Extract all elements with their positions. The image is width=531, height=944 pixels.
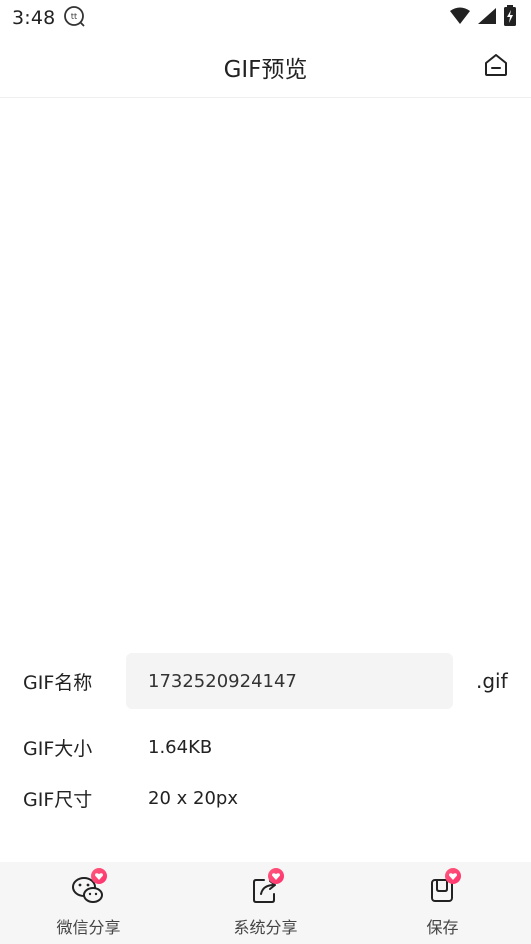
signal-icon: [477, 7, 497, 29]
gif-name-input[interactable]: 1732520924147: [126, 653, 453, 709]
svg-text:tt: tt: [71, 12, 77, 21]
wechat-share-button[interactable]: 微信分享: [19, 862, 159, 944]
wechat-share-label: 微信分享: [56, 918, 121, 937]
save-label: 保存: [426, 918, 459, 937]
gif-dimension-value: 20 x 20px: [148, 787, 238, 809]
gif-name-row: GIF名称 1732520924147 .gif: [0, 653, 531, 709]
gif-dimension-label: GIF尺寸: [23, 788, 93, 811]
battery-icon: [503, 5, 517, 31]
share-icon: [246, 879, 286, 912]
status-time: 3:48: [12, 7, 56, 29]
status-bar: 3:48 tt: [0, 0, 531, 36]
gif-name-label: GIF名称: [23, 671, 93, 694]
save-button[interactable]: 保存: [373, 862, 513, 944]
vip-badge-icon: [90, 868, 107, 884]
notification-icon: tt: [63, 5, 86, 31]
wifi-icon: [449, 7, 471, 29]
save-icon-wrap: [423, 868, 463, 908]
gif-extension-label: .gif: [476, 669, 508, 693]
gif-name-value: 1732520924147: [148, 670, 297, 692]
gif-size-value: 1.64KB: [148, 736, 213, 758]
home-button[interactable]: [481, 52, 511, 82]
wechat-icon-wrap: [69, 868, 109, 908]
gif-size-label: GIF大小: [23, 737, 93, 760]
page-title: GIF预览: [223, 56, 308, 83]
app-bar: GIF预览: [0, 36, 531, 98]
vip-badge-icon: [444, 868, 461, 884]
vip-badge-icon: [267, 868, 284, 884]
save-icon: [423, 879, 463, 912]
bottom-action-bar: 微信分享 系统分享 保存: [0, 862, 531, 944]
status-left: 3:48 tt: [12, 5, 86, 31]
status-right: [449, 5, 517, 31]
gif-preview-area: [0, 99, 531, 639]
home-icon: [483, 52, 509, 82]
gif-size-row: GIF大小 1.64KB: [0, 733, 531, 761]
system-share-label: 系统分享: [233, 918, 298, 937]
share-icon-wrap: [246, 868, 286, 908]
gif-preview-screen: 3:48 tt GIF预览 GIF名称 1732520924147 .gif G…: [0, 0, 531, 944]
system-share-button[interactable]: 系统分享: [196, 862, 336, 944]
gif-dimension-row: GIF尺寸 20 x 20px: [0, 784, 531, 812]
wechat-icon: [69, 877, 109, 912]
